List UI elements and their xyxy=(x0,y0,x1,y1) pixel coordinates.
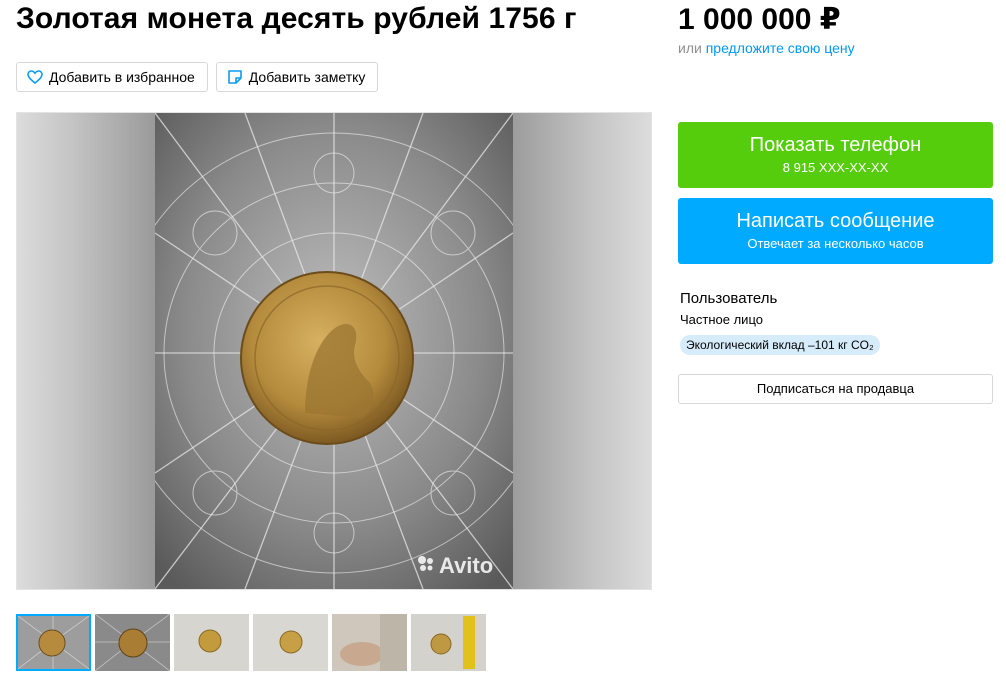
avito-watermark: Avito xyxy=(417,553,493,579)
watermark-text: Avito xyxy=(439,553,494,578)
seller-name[interactable]: Пользователь xyxy=(680,290,777,307)
thumbnail-4[interactable] xyxy=(253,614,328,671)
main-photo[interactable] xyxy=(155,113,513,589)
thumbnail-6[interactable] xyxy=(411,614,486,671)
thumbnail-3[interactable] xyxy=(174,614,249,671)
subscribe-seller-button[interactable]: Подписаться на продавца xyxy=(678,374,993,404)
show-phone-label: Показать телефон xyxy=(749,134,922,156)
add-to-favorites-button[interactable]: Добавить в избранное xyxy=(16,62,208,92)
gallery-blur-left xyxy=(17,113,155,589)
listing-title: Золотая монета десять рублей 1756 г xyxy=(16,2,577,35)
price-offer-line: или предложите свою цену xyxy=(678,40,855,56)
note-icon xyxy=(227,69,243,85)
thumbnail-2[interactable] xyxy=(95,614,170,671)
thumbnail-5[interactable] xyxy=(332,614,407,671)
phone-masked: 8 915 XXX-XX-XX xyxy=(782,160,889,175)
thumbnail-1[interactable] xyxy=(16,614,91,671)
gallery-blur-right xyxy=(513,113,651,589)
add-note-label: Добавить заметку xyxy=(248,69,366,85)
show-phone-button[interactable]: Показать телефон 8 915 XXX-XX-XX xyxy=(678,122,993,188)
listing-page: Золотая монета десять рублей 1756 г Доба… xyxy=(0,0,1006,687)
listing-price: 1 000 000 ₽ xyxy=(678,3,841,36)
avito-logo-icon xyxy=(417,553,435,579)
reply-time-note: Отвечает за несколько часов xyxy=(747,236,924,251)
add-to-favorites-label: Добавить в избранное xyxy=(49,69,195,85)
photo-gallery[interactable]: Avito xyxy=(16,112,652,590)
price-offer-prefix: или xyxy=(678,40,706,56)
eco-contribution-badge[interactable]: Экологический вклад –101 кг CO₂ xyxy=(680,335,880,355)
offer-price-link[interactable]: предложите свою цену xyxy=(706,40,855,56)
thumbnail-strip xyxy=(16,614,486,671)
add-note-button[interactable]: Добавить заметку xyxy=(215,62,379,92)
send-message-label: Написать сообщение xyxy=(736,210,935,232)
send-message-button[interactable]: Написать сообщение Отвечает за несколько… xyxy=(678,198,993,264)
seller-type: Частное лицо xyxy=(680,312,763,327)
listing-actions: Добавить в избранное Добавить заметку xyxy=(16,62,379,92)
heart-icon xyxy=(27,70,43,84)
